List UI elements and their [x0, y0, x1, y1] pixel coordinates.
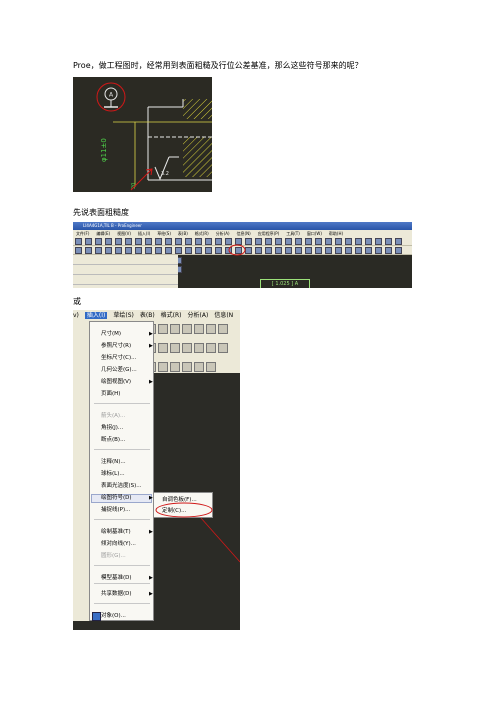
toolbar-button-icon[interactable]	[194, 324, 204, 334]
toolbar-button-icon[interactable]	[194, 343, 204, 353]
menu-separator	[94, 449, 150, 450]
menu-separator	[94, 403, 150, 404]
insert-menu-item[interactable]: 坐标尺寸(C)...	[101, 354, 136, 362]
toolbar-button-icon[interactable]	[158, 362, 168, 372]
toolbar-button-icon[interactable]	[206, 324, 216, 334]
drawing-canvas: A φ11±0 20 3.2	[96, 82, 212, 191]
toolbar-button-icon[interactable]	[206, 362, 216, 372]
hatched-section-top	[183, 99, 212, 119]
menu-item[interactable]: 格式(R)	[161, 312, 182, 319]
dimension-vertical: φ11±0	[100, 138, 108, 162]
toolbar-annotations	[228, 244, 246, 256]
insert-menu-item[interactable]: 圆形(G)...	[101, 552, 126, 560]
submenu-arrow-icon: ▶	[149, 529, 153, 535]
toolbar-strip	[145, 321, 240, 373]
left-panel	[73, 321, 89, 621]
menu-bar: v) 插入(I) 草绘(S) 表(B) 格式(R) 分析(A) 信息(N	[73, 310, 240, 321]
toolbar-button-icon[interactable]	[158, 343, 168, 353]
datum-label: A	[109, 92, 114, 99]
menu-separator	[94, 565, 150, 566]
object-icon	[92, 612, 101, 621]
toolbar-button-icon[interactable]	[182, 343, 192, 353]
insert-menu-item[interactable]: 模型基准(D)	[101, 574, 132, 582]
insert-menu-item[interactable]: 页面(H)	[101, 390, 120, 398]
hatched-section-bottom	[183, 137, 212, 177]
insert-menu-item[interactable]: 捕捉线(P)...	[101, 506, 130, 514]
insert-menu-item[interactable]: 参照尺寸(R)	[101, 342, 131, 350]
menu-item[interactable]: 信息(N	[214, 312, 233, 319]
submenu-arrow-icon: ▶	[149, 379, 153, 385]
highlight-ellipse	[228, 244, 246, 256]
submenu-item[interactable]: 定制(C)...	[162, 507, 186, 515]
insert-menu-item[interactable]: 绘图视图(V)	[101, 378, 131, 386]
toolbar-button-icon[interactable]	[218, 324, 228, 334]
insert-menu-item[interactable]: 对象(O)...	[101, 612, 126, 620]
toolbar-button-icon[interactable]	[182, 362, 192, 372]
or-text: 或	[73, 297, 81, 306]
toolbar-button-icon[interactable]	[194, 362, 204, 372]
roughness-value: 3.2	[161, 171, 169, 177]
insert-menu: 尺寸(M) ▶ 参照尺寸(R) ▶ 坐标尺寸(C)... 几何公差(G)... 绘图视图(V…	[89, 321, 154, 621]
insert-menu-item[interactable]: 球标(L)...	[101, 470, 125, 478]
menu-separator	[94, 603, 150, 604]
toolbar-button-icon[interactable]	[218, 343, 228, 353]
insert-menu-item[interactable]: 倾对向线(Y)...	[101, 540, 136, 548]
insert-menu-item[interactable]: 表面光洁度(S)...	[101, 482, 142, 490]
toolbar-button-icon[interactable]	[170, 343, 180, 353]
menu-separator	[94, 583, 150, 584]
toolbar-button-icon[interactable]	[206, 343, 216, 353]
dimension-box: [ 1.025 ] A	[260, 279, 310, 288]
insert-menu-item[interactable]: 绘图符号(D)	[101, 494, 132, 502]
menu-separator	[94, 519, 150, 520]
insert-menu-item[interactable]: 绘制基准(T)	[101, 528, 131, 536]
drawing-figure: A φ11±0 20 3.2	[73, 77, 212, 192]
insert-menu-item[interactable]: 尺寸(M)	[101, 330, 121, 338]
toolbar-button-icon[interactable]	[170, 324, 180, 334]
insert-menu-item[interactable]: 注释(N)...	[101, 458, 126, 466]
submenu-arrow-icon: ▶	[149, 343, 153, 349]
dimension-small: 20	[131, 183, 137, 189]
menu-item[interactable]: 草绘(S)	[113, 312, 134, 319]
insert-menu-item[interactable]: 断点(B)...	[101, 436, 125, 444]
intro-paragraph: Proe，做工程图时，经常用到表面粗糙及行位公差基准，那么这些符号那来的呢？	[73, 61, 363, 70]
submenu-arrow-icon: ▶	[149, 575, 153, 581]
submenu-arrow-icon: ▶	[149, 591, 153, 597]
toolbar-button-icon[interactable]	[170, 362, 180, 372]
toolbar-screenshot: LI4A4G1A,TIL B - ProEngineer 文件(F) 编辑(E) 视…	[73, 222, 412, 288]
toolbar-button-icon[interactable]	[158, 324, 168, 334]
insert-menu-item[interactable]: 几何公差(G)...	[101, 366, 137, 374]
annotation-arrow-icon	[200, 517, 240, 563]
toolbar-button-icon[interactable]	[182, 324, 192, 334]
insert-menu-screenshot: v) 插入(I) 草绘(S) 表(B) 格式(R) 分析(A) 信息(N 尺寸(M) ▶ 参照尺…	[73, 310, 240, 630]
menu-item[interactable]: v)	[73, 312, 79, 319]
menu-item[interactable]: 分析(A)	[188, 312, 209, 319]
submenu-arrow-icon: ▶	[149, 331, 153, 337]
insert-menu-item[interactable]: 箭头(A)...	[101, 412, 125, 420]
insert-menu-item[interactable]: 角拐(J)...	[101, 424, 123, 432]
roughness-heading: 先说表面粗糙度	[73, 208, 129, 217]
menu-item[interactable]: 表(B)	[140, 312, 155, 319]
drawing-symbol-submenu: 自调色板(F)... 定制(C)...	[153, 492, 213, 518]
submenu-item[interactable]: 自调色板(F)...	[162, 496, 197, 504]
menu-item[interactable]: 插入(I)	[84, 312, 108, 319]
insert-menu-item[interactable]: 共享数据(D)	[101, 590, 132, 598]
